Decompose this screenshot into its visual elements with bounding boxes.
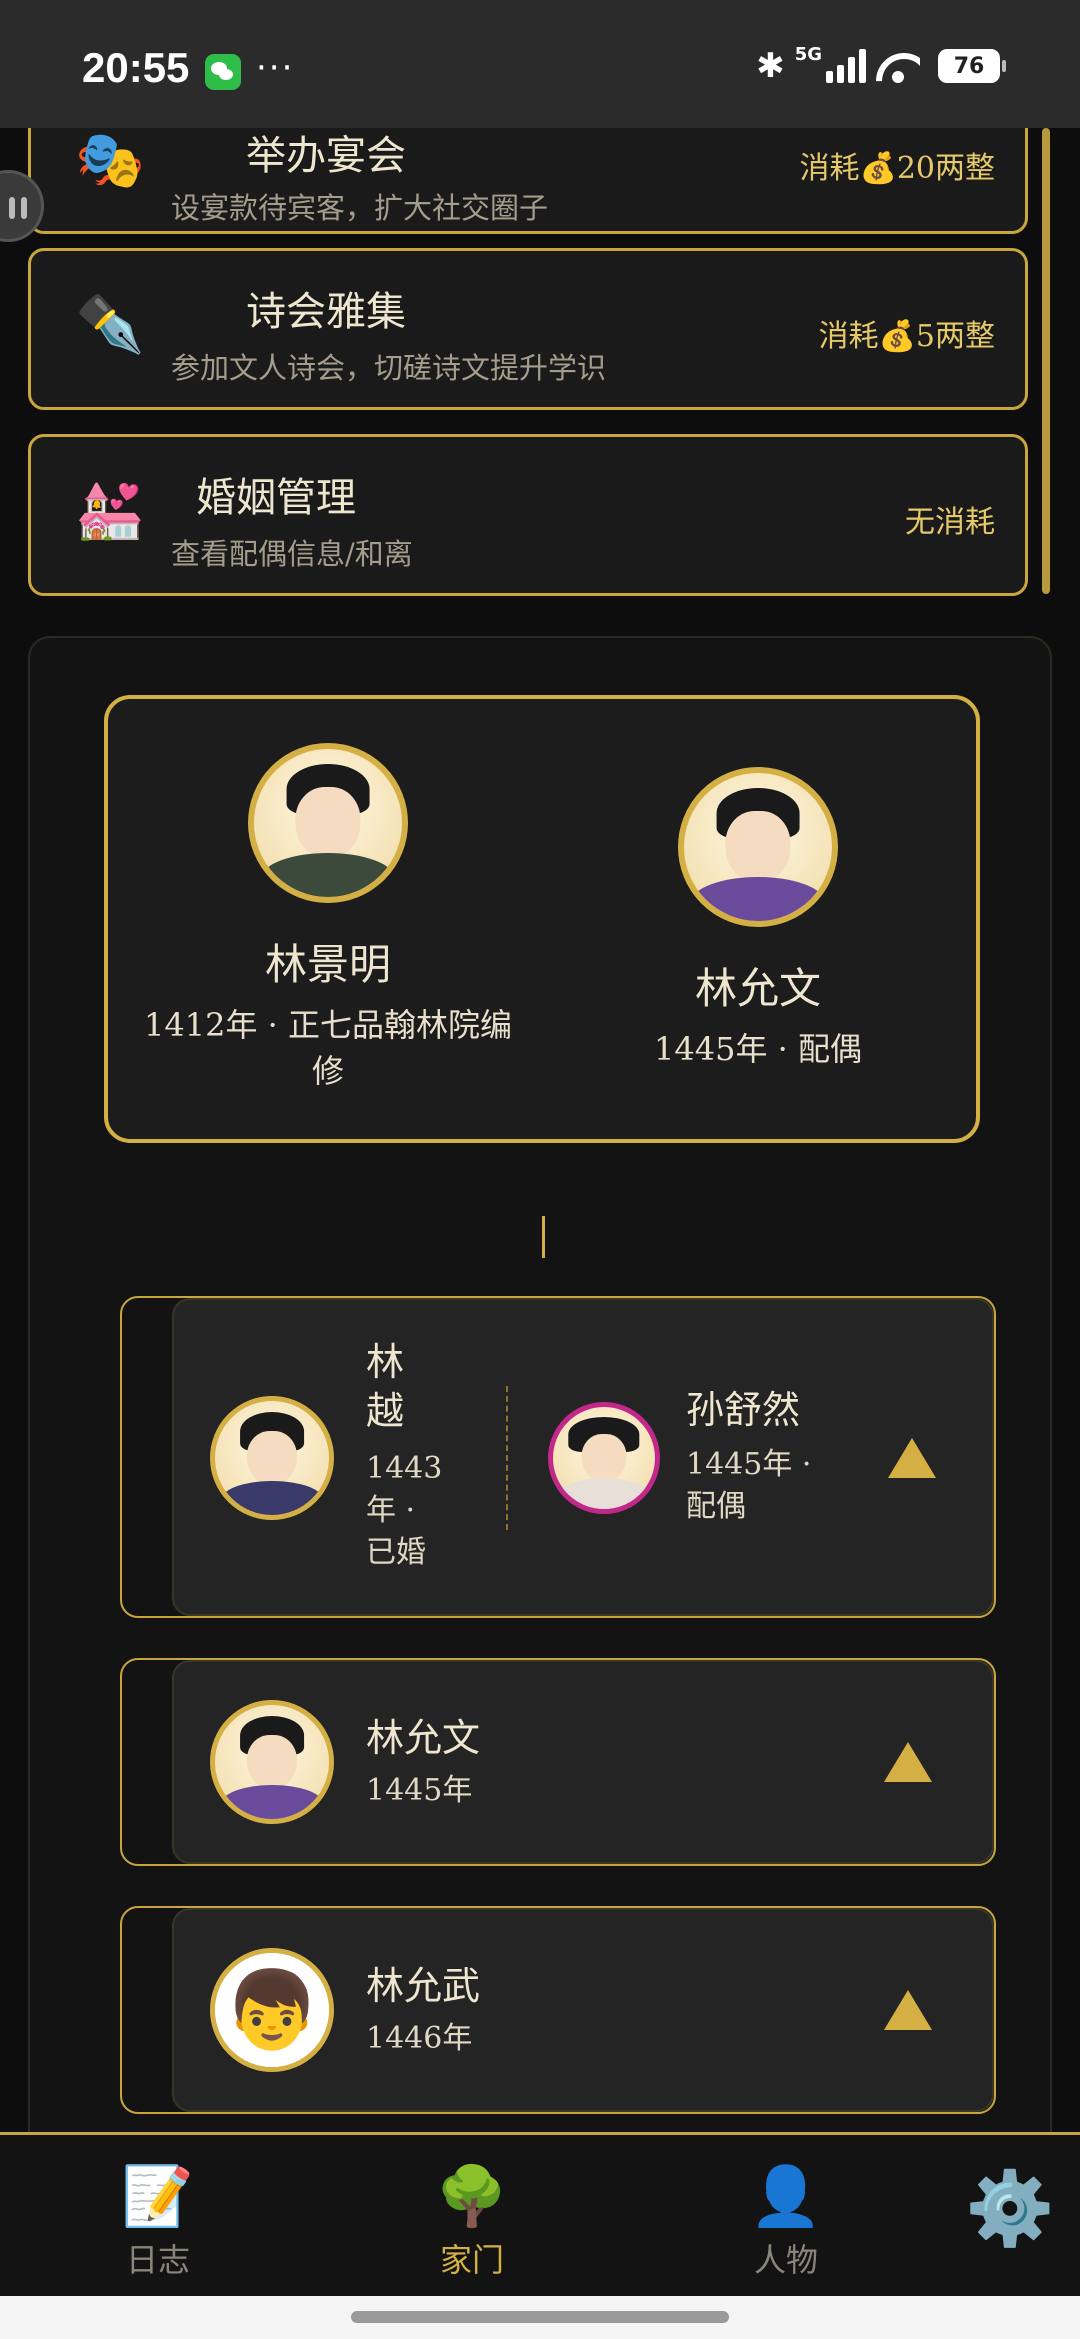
expand-up-icon[interactable] <box>888 1438 936 1478</box>
spouse-profile[interactable]: 林允文 1445年 · 配偶 <box>578 767 938 1072</box>
spouse-name: 林允文 <box>694 964 821 1013</box>
action-title: 诗会雅集 <box>246 289 406 335</box>
gear-icon: ⚙️ <box>965 2166 1055 2250</box>
couple-divider <box>506 1386 508 1530</box>
nav-label: 人物 <box>753 2241 818 2279</box>
father-name: 林景明 <box>264 940 391 989</box>
more-notifications-icon: ··· <box>256 48 295 88</box>
action-cost: 消耗💰5两整 <box>818 319 995 354</box>
nav-settings[interactable]: ⚙️ <box>930 2166 1080 2250</box>
child-info: 1446年 <box>366 2021 473 2056</box>
nav-tab-family[interactable]: 🌳 家门 <box>392 2163 552 2281</box>
bluetooth-icon: ✱ <box>756 46 785 86</box>
action-title: 婚姻管理 <box>196 475 356 521</box>
person-icon: 👤 <box>749 2162 823 2230</box>
child-avatar[interactable] <box>210 1396 334 1520</box>
spouse-info: 1445年 · 配偶 <box>654 1030 862 1068</box>
action-cost: 无消耗 <box>905 505 995 540</box>
action-desc: 查看配偶信息/和离 <box>171 537 413 571</box>
father-profile[interactable]: 林景明 1412年 · 正七品翰林院编修 <box>138 743 518 1095</box>
action-cost: 消耗💰20两整 <box>799 151 995 186</box>
parents-box: 林景明 1412年 · 正七品翰林院编修 林允文 1445年 · 配偶 <box>104 695 980 1143</box>
wifi-icon <box>876 49 920 83</box>
action-card-marriage[interactable]: 💒 婚姻管理 查看配偶信息/和离 无消耗 <box>28 434 1028 596</box>
network-type: 5G <box>794 43 822 65</box>
child-avatar[interactable] <box>210 1700 334 1824</box>
child-spouse-name: 孙舒然 <box>686 1388 801 1432</box>
battery-icon: 76 <box>938 49 1006 83</box>
child-info: 1443年 · 已婚 <box>366 1451 443 1570</box>
child-avatar[interactable]: 👦 <box>210 1948 334 2072</box>
child-name: 林允武 <box>366 1964 481 2008</box>
action-desc: 参加文人诗会，切磋诗文提升学识 <box>171 351 607 385</box>
main-content[interactable]: 🎭 举办宴会 设宴款待宾客，扩大社交圈子 消耗💰20两整 ✒️ 诗会雅集 参加文… <box>0 128 1080 2132</box>
tree-icon: 🌳 <box>435 2162 509 2230</box>
bottom-nav: 📝 日志 🌳 家门 👤 人物 ⚙️ <box>0 2132 1080 2296</box>
signal-icon <box>826 49 866 83</box>
action-card-banquet[interactable]: 🎭 举办宴会 设宴款待宾客，扩大社交圈子 消耗💰20两整 <box>28 128 1028 234</box>
nav-tab-characters[interactable]: 👤 人物 <box>706 2163 866 2281</box>
child-card[interactable]: 林越 1443年 · 已婚 孙舒然 1445年 · 配偶 <box>120 1296 996 1618</box>
tree-connector <box>542 1216 545 1258</box>
action-card-poetry[interactable]: ✒️ 诗会雅集 参加文人诗会，切磋诗文提升学识 消耗💰5两整 <box>28 248 1028 410</box>
spouse-avatar[interactable] <box>678 767 838 927</box>
expand-up-icon[interactable] <box>884 1990 932 2030</box>
clock: 20:55 <box>82 44 190 91</box>
system-indicators: ✱ 5G 76 <box>756 43 1006 86</box>
child-info: 1445年 <box>366 1773 473 1808</box>
father-avatar[interactable] <box>248 743 408 903</box>
child-card[interactable]: 林允文 1445年 <box>120 1658 996 1866</box>
child-spouse-avatar[interactable] <box>548 1402 660 1514</box>
action-desc: 设宴款待宾客，扩大社交圈子 <box>171 191 549 225</box>
child-name: 林允文 <box>366 1716 481 1760</box>
action-title: 举办宴会 <box>246 133 406 179</box>
scrollbar[interactable] <box>1042 128 1050 594</box>
child-name: 林越 <box>366 1340 405 1434</box>
status-bar: 20:55 ··· ✱ 5G 76 <box>0 0 1080 128</box>
family-tree-panel: 林景明 1412年 · 正七品翰林院编修 林允文 1445年 · 配偶 林越 1… <box>28 636 1052 2132</box>
nav-label: 家门 <box>439 2241 504 2279</box>
home-indicator[interactable] <box>351 2311 729 2323</box>
nav-label: 日志 <box>125 2241 190 2279</box>
child-spouse-info: 1445年 · 配偶 <box>686 1447 812 1524</box>
memo-icon: 📝 <box>121 2162 195 2230</box>
wechat-icon <box>205 54 241 90</box>
boy-icon: 👦 <box>215 1953 329 2067</box>
nav-tab-log[interactable]: 📝 日志 <box>78 2163 238 2281</box>
father-info: 1412年 · 正七品翰林院编修 <box>144 1006 512 1091</box>
child-card[interactable]: 👦 林允武 1446年 <box>120 1906 996 2114</box>
expand-up-icon[interactable] <box>884 1742 932 1782</box>
